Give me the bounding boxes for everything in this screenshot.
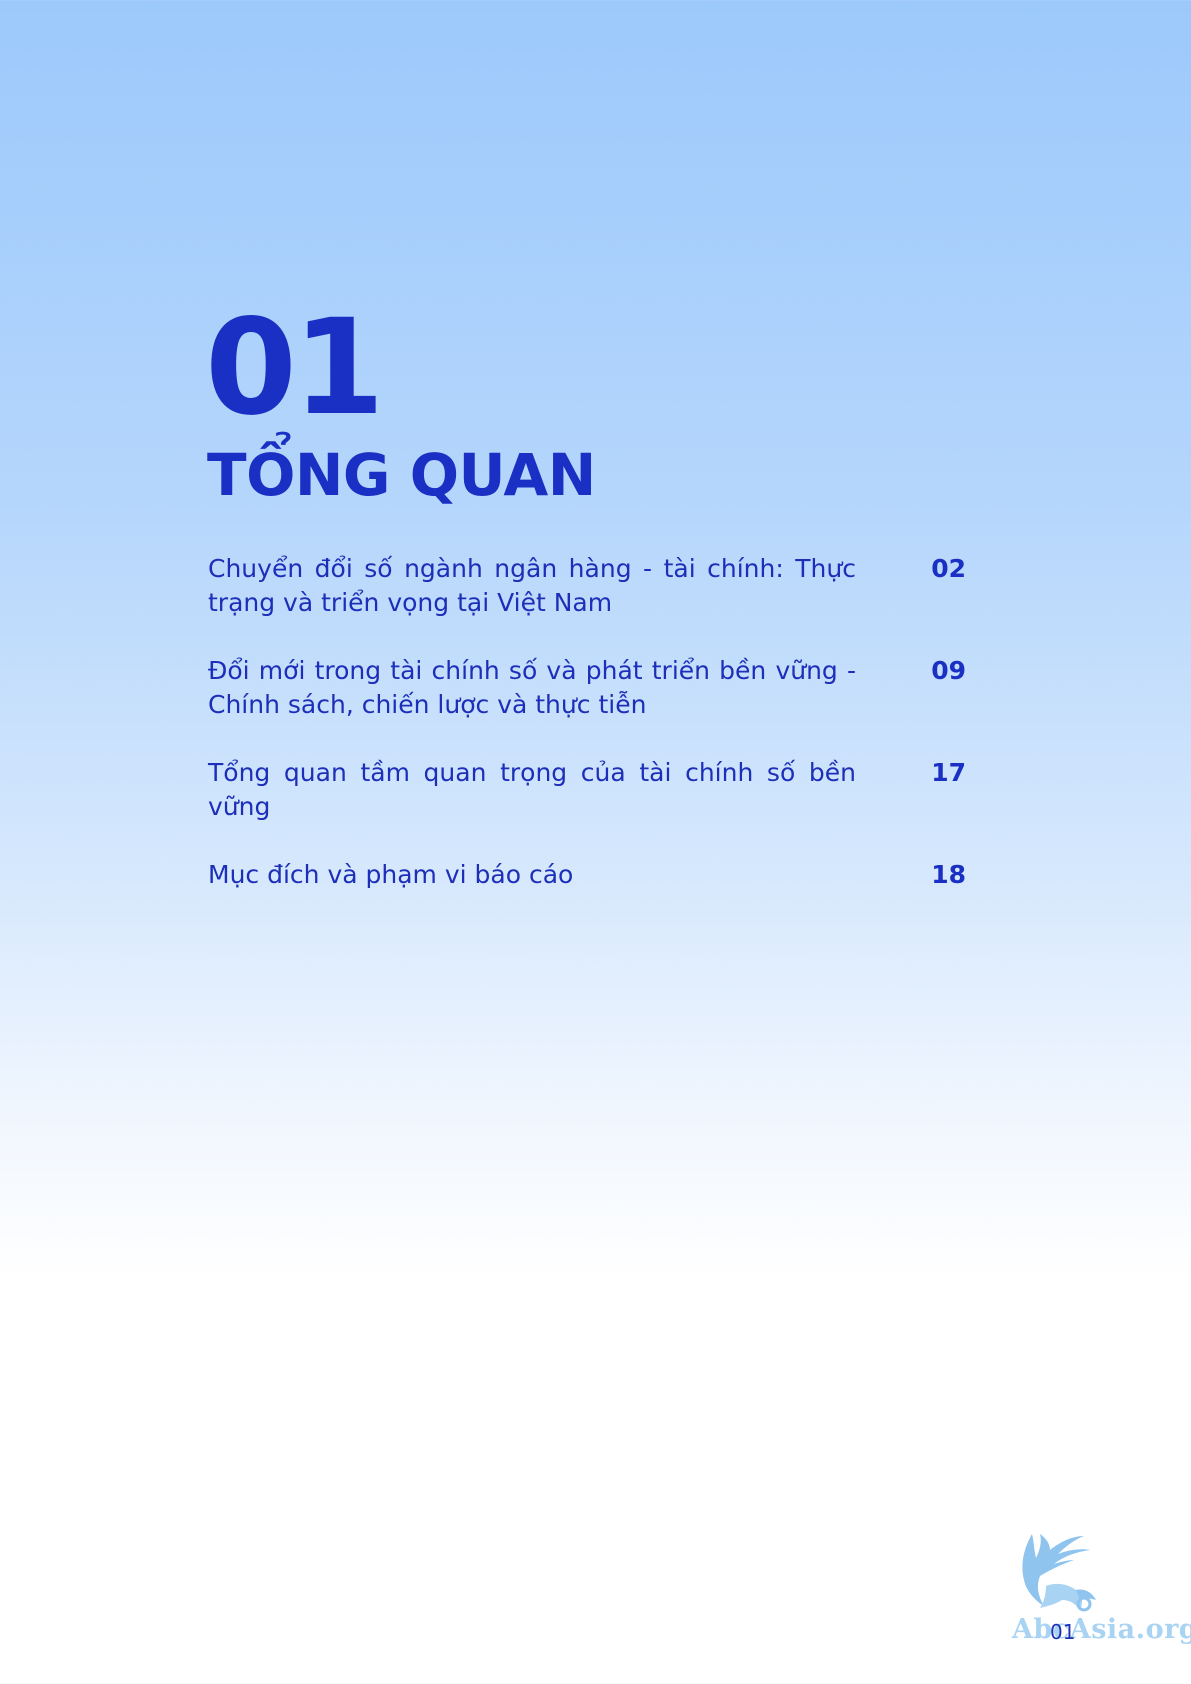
toc-entry-page: 09 bbox=[931, 656, 966, 685]
toc-entry[interactable]: Mục đích và phạm vi báo cáo 18 bbox=[208, 858, 966, 892]
table-of-contents: Chuyển đổi số ngành ngân hàng - tài chín… bbox=[208, 552, 966, 926]
chapter-number: 01 bbox=[205, 291, 385, 445]
toc-entry-page: 17 bbox=[931, 758, 966, 787]
dragon-logo-icon bbox=[1022, 1534, 1096, 1612]
toc-entry-title: Tổng quan tầm quan trọng của tài chính s… bbox=[208, 758, 856, 821]
toc-entry-title: Đổi mới trong tài chính số và phát triển… bbox=[208, 656, 856, 719]
chapter-title: TỔNG QUAN bbox=[207, 441, 596, 509]
toc-entry-title: Mục đích và phạm vi báo cáo bbox=[208, 860, 574, 889]
toc-entry[interactable]: Chuyển đổi số ngành ngân hàng - tài chín… bbox=[208, 552, 966, 620]
toc-entry[interactable]: Đổi mới trong tài chính số và phát triển… bbox=[208, 654, 966, 722]
toc-entry-page: 18 bbox=[931, 860, 966, 889]
toc-entry-page: 02 bbox=[931, 554, 966, 583]
toc-entry-title: Chuyển đổi số ngành ngân hàng - tài chín… bbox=[208, 554, 856, 617]
toc-entry[interactable]: Tổng quan tầm quan trọng của tài chính s… bbox=[208, 756, 966, 824]
page: 01 TỔNG QUAN Chuyển đổi số ngành ngân hà… bbox=[0, 0, 1191, 1684]
watermark-text: AbcAsia.org bbox=[1012, 1614, 1191, 1645]
page-number: 01 bbox=[1050, 1620, 1076, 1644]
